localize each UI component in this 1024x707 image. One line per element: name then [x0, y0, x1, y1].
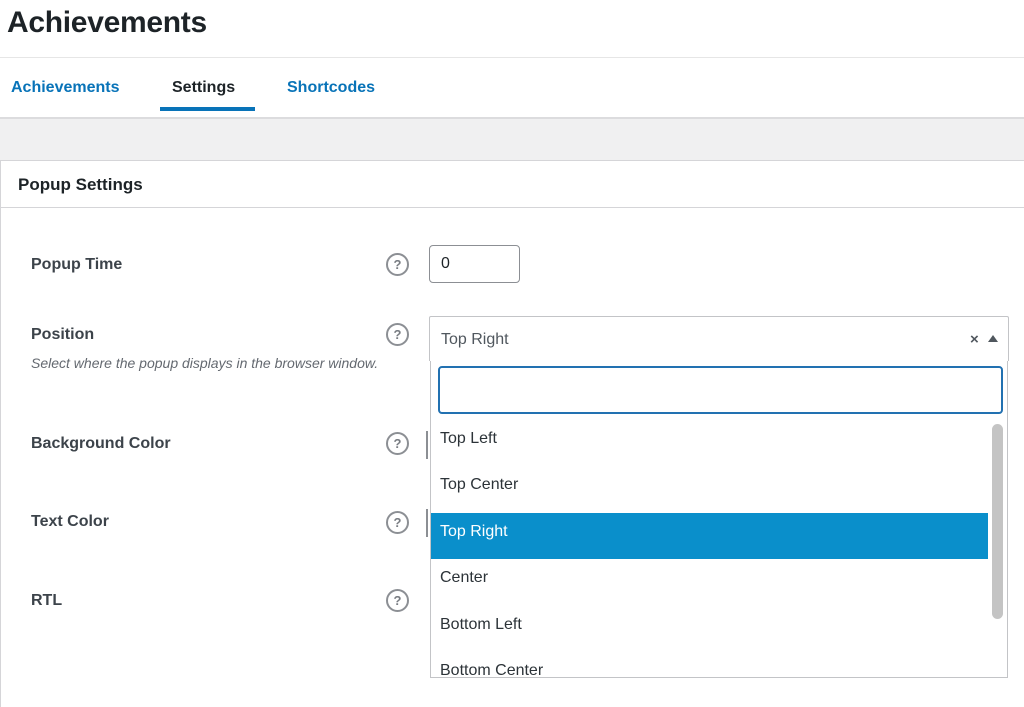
popup-time-help-icon[interactable]: ?	[386, 253, 409, 276]
rtl-help-icon[interactable]: ?	[386, 589, 409, 612]
tab-achievements[interactable]: Achievements	[11, 79, 120, 97]
active-tab-indicator	[160, 107, 255, 111]
scrollbar-thumb[interactable]	[992, 424, 1003, 619]
option-center[interactable]: Center	[431, 559, 988, 605]
option-bottom-left[interactable]: Bottom Left	[431, 606, 988, 652]
position-select[interactable]: Top Right ×	[429, 316, 1009, 361]
option-bottom-center[interactable]: Bottom Center	[431, 652, 988, 677]
position-label: Position	[31, 326, 95, 343]
option-top-center[interactable]: Top Center	[431, 466, 988, 512]
popup-time-input[interactable]: 0	[429, 245, 520, 283]
option-top-right[interactable]: Top Right	[431, 512, 988, 560]
option-top-left[interactable]: Top Left	[431, 420, 988, 466]
panel-header: Popup Settings	[1, 161, 1024, 208]
popup-time-label: Popup Time	[31, 256, 123, 273]
tab-bar: Achievements Settings Shortcodes	[0, 58, 1024, 118]
background-color-label: Background Color	[31, 435, 171, 452]
text-color-label: Text Color	[31, 513, 109, 530]
clear-selection-icon[interactable]: ×	[970, 331, 979, 348]
background-color-help-icon[interactable]: ?	[386, 432, 409, 455]
content-spacer	[0, 119, 1024, 160]
dropdown-scrollbar[interactable]	[988, 420, 1007, 677]
position-select-value: Top Right	[441, 331, 509, 348]
position-description: Select where the popup displays in the b…	[31, 355, 379, 371]
tab-shortcodes[interactable]: Shortcodes	[287, 79, 375, 97]
page-title: Achievements	[7, 6, 207, 39]
dropdown-search-input[interactable]	[438, 366, 1003, 414]
chevron-up-icon[interactable]	[988, 335, 998, 342]
position-dropdown: Top Left Top Center Top Right Center Bot…	[430, 361, 1008, 678]
page: Achievements Achievements Settings Short…	[0, 0, 1024, 707]
tab-settings[interactable]: Settings	[172, 79, 235, 97]
dropdown-options: Top Left Top Center Top Right Center Bot…	[431, 420, 988, 677]
text-color-help-icon[interactable]: ?	[386, 511, 409, 534]
rtl-label: RTL	[31, 592, 63, 609]
popup-settings-panel: Popup Settings Popup Time ? 0 Position S…	[0, 160, 1024, 707]
panel-title: Popup Settings	[18, 175, 143, 194]
position-help-icon[interactable]: ?	[386, 323, 409, 346]
